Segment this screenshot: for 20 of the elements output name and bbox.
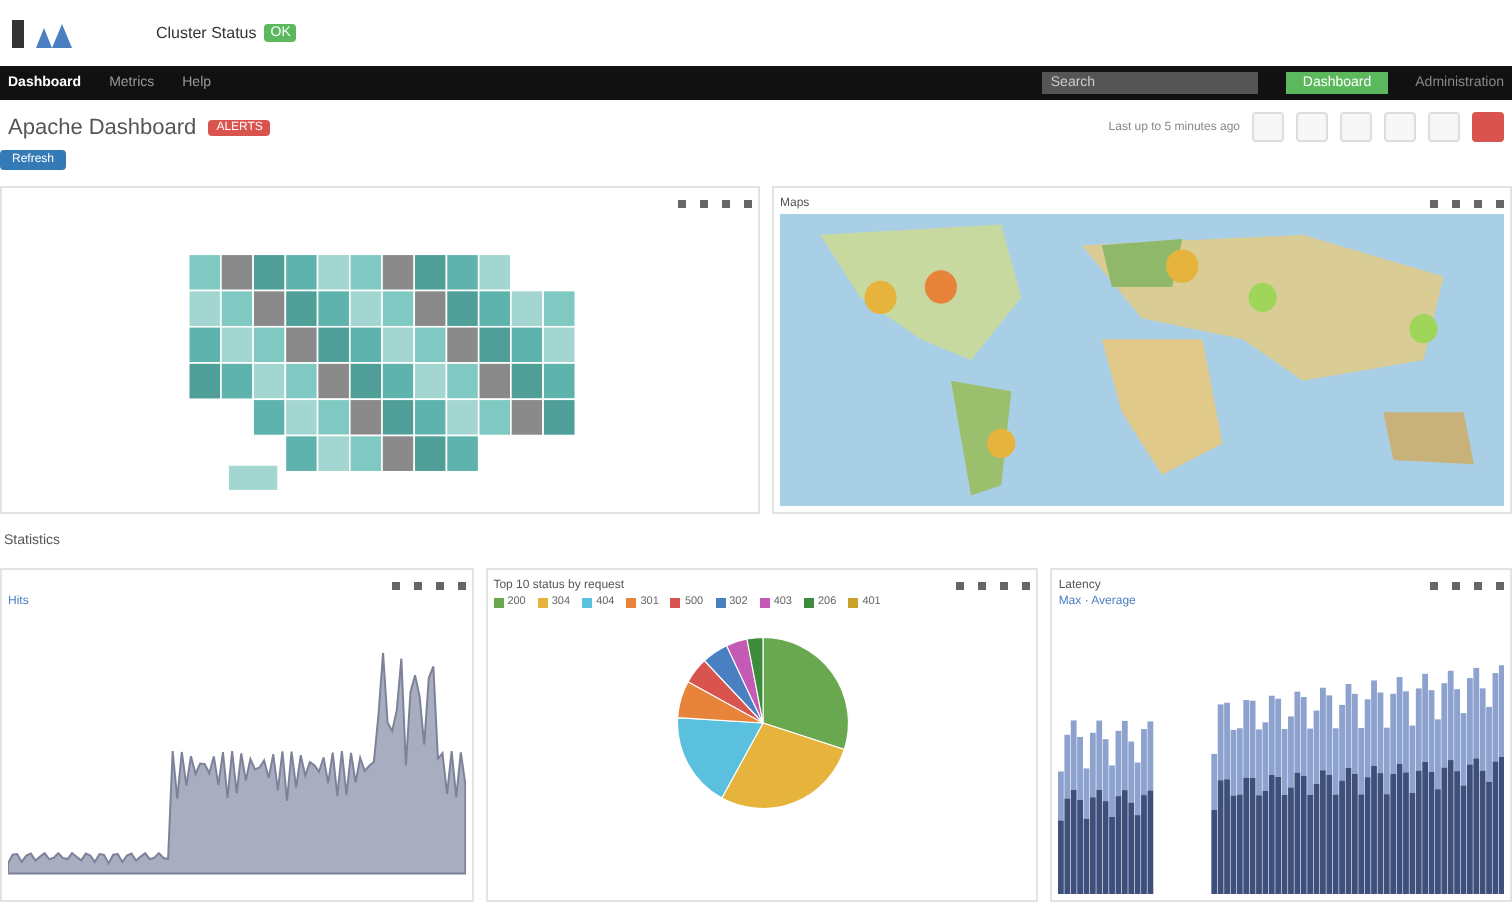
legend-swatch-icon [848,597,859,607]
status-label: Cluster Status [156,24,257,42]
panel-tool-icon[interactable] [956,582,965,590]
panel-tool-icon[interactable] [457,582,466,590]
legend-swatch-icon [537,597,548,607]
panel-tool-icon[interactable] [1000,582,1009,590]
legend-swatch-icon [582,597,593,607]
legend-swatch-icon [715,597,726,607]
page-title: Apache Dashboard [8,115,197,139]
panel-tool-icon[interactable] [978,582,987,590]
legend-swatch-icon [626,597,637,607]
toolbar-icon[interactable] [1472,112,1504,142]
panel-tool-icon[interactable] [435,582,444,590]
legend-swatch-icon [804,597,814,607]
panel-tool-icon[interactable] [391,582,400,590]
panel-tool-icon[interactable] [1022,582,1031,590]
legend-swatch-icon [493,597,504,607]
legend-swatch-icon [670,597,681,607]
panel-tool-icon[interactable] [413,582,422,590]
legend-swatch-icon [759,597,770,607]
